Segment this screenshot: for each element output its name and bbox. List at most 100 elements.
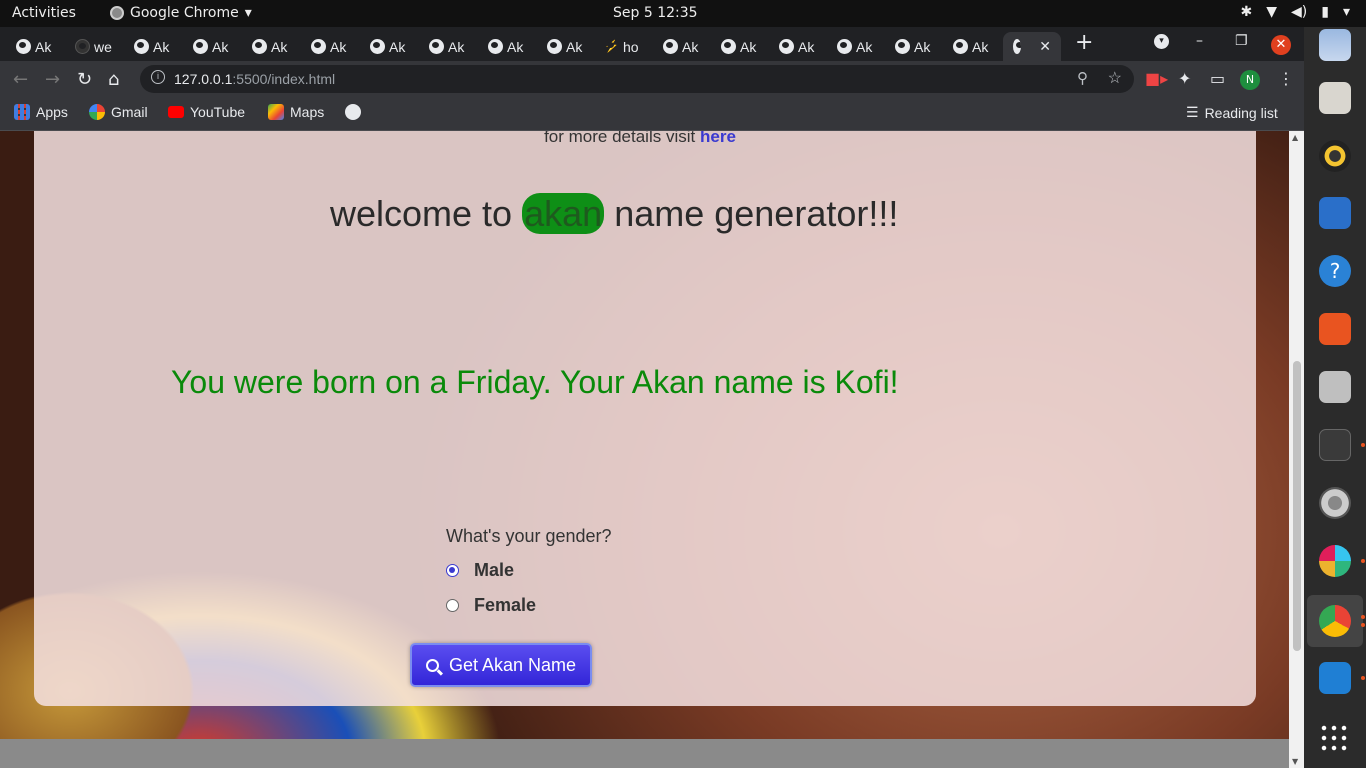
window-close-button[interactable]: ✕	[1271, 35, 1291, 55]
vscode-icon[interactable]	[1319, 662, 1351, 694]
slack-icon[interactable]	[1319, 545, 1351, 577]
apps-grid-icon	[14, 104, 30, 120]
close-tab-icon[interactable]: ✕	[1039, 38, 1051, 55]
software-store-icon[interactable]	[1319, 313, 1351, 345]
bookmark-globe[interactable]	[345, 104, 361, 120]
title-suffix: name generator!!!	[614, 193, 899, 234]
get-akan-name-button[interactable]: Get Akan Name	[410, 643, 592, 687]
google-icon	[89, 104, 105, 120]
page-title: welcome to akan name generator!!!	[330, 193, 898, 235]
bookmark-maps[interactable]: Maps	[268, 104, 324, 120]
forward-arrow-icon[interactable]: →	[45, 69, 60, 90]
address-bar[interactable]: i 127.0.0.1:5500/index.html ⚲ ☆	[140, 65, 1134, 93]
system-top-bar: Activities Google Chrome ▾ Sep 5 12:35 ✱…	[0, 0, 1366, 27]
female-label[interactable]: Female	[474, 595, 536, 616]
scrollbar-thumb[interactable]	[1293, 361, 1301, 651]
tab[interactable]: Ak	[488, 32, 523, 61]
female-radio[interactable]	[446, 599, 459, 612]
info-icon[interactable]: i	[151, 70, 165, 84]
reload-icon[interactable]: ↻	[77, 69, 92, 90]
maps-icon	[268, 104, 284, 120]
thunderbird-icon[interactable]	[1319, 29, 1351, 61]
wifi-icon: ▼	[1266, 4, 1278, 20]
tab-label: ho	[623, 38, 639, 55]
show-applications-grid-icon[interactable]	[1319, 723, 1351, 755]
vertical-scrollbar[interactable]: ▲ ▼	[1289, 131, 1304, 768]
browser-toolbar: ← → ↻ ⌂ i 127.0.0.1:5500/index.html ⚲ ☆ …	[0, 61, 1304, 97]
extensions-puzzle-icon[interactable]: ✦	[1178, 69, 1191, 88]
tab-label: Ak	[914, 38, 931, 55]
tab[interactable]: ⚡ ho	[604, 32, 639, 61]
tab[interactable]: Ak	[547, 32, 582, 61]
maximize-button[interactable]: ❐	[1235, 33, 1248, 49]
globe-icon	[252, 39, 267, 54]
tab[interactable]: Ak	[895, 32, 930, 61]
tab[interactable]: we	[75, 32, 112, 61]
url-text[interactable]: 127.0.0.1:5500/index.html	[174, 71, 335, 87]
tab-label: Ak	[566, 38, 583, 55]
screen-record-extension-icon[interactable]: ■▸	[1145, 69, 1168, 88]
bookmark-star-icon[interactable]: ☆	[1108, 68, 1122, 88]
gender-option-male[interactable]: Male	[446, 560, 514, 581]
tab[interactable]: Ak	[721, 32, 756, 61]
profile-avatar[interactable]: N	[1240, 70, 1260, 90]
new-tab-button[interactable]: +	[1075, 30, 1093, 55]
gender-option-female[interactable]: Female	[446, 595, 536, 616]
minimize-button[interactable]: –	[1196, 33, 1203, 49]
back-arrow-icon[interactable]: ←	[13, 69, 28, 90]
app-menu[interactable]: Google Chrome ▾	[110, 5, 252, 21]
tab[interactable]: Ak	[953, 32, 988, 61]
tab[interactable]: Ak	[311, 32, 346, 61]
tab-label: Ak	[271, 38, 288, 55]
gender-question: What's your gender?	[446, 526, 612, 546]
files-folder-icon[interactable]	[1319, 82, 1351, 114]
bookmark-youtube[interactable]: YouTube	[168, 104, 245, 120]
system-tray[interactable]: ✱ ▼ ◀) ▮ ▾	[1241, 4, 1351, 20]
tab-label: Ak	[448, 38, 465, 55]
details-link[interactable]: here	[700, 131, 736, 146]
tab[interactable]: Ak	[779, 32, 814, 61]
writer-document-icon[interactable]	[1319, 197, 1351, 229]
tab-search-icon[interactable]: ▾	[1154, 34, 1169, 49]
bookmarks-bar: Apps Gmail YouTube Maps ☰ Reading list	[0, 97, 1304, 131]
tab-label: Ak	[856, 38, 873, 55]
result-message: You were born on a Friday. Your Akan nam…	[171, 364, 899, 400]
chrome-icon[interactable]	[1319, 605, 1351, 637]
scroll-up-arrow-icon[interactable]: ▲	[1292, 133, 1298, 142]
submit-label: Get Akan Name	[448, 654, 577, 675]
terminal-icon[interactable]	[1319, 429, 1351, 461]
settings-gear-icon[interactable]	[1319, 487, 1351, 519]
clock[interactable]: Sep 5 12:35	[613, 5, 698, 21]
tab[interactable]: Ak	[837, 32, 872, 61]
tab[interactable]: Ak	[370, 32, 405, 61]
tab[interactable]: Ak	[134, 32, 169, 61]
chevron-down-icon: ▾	[1342, 4, 1350, 20]
activities-button[interactable]: Activities	[12, 5, 76, 21]
male-label[interactable]: Male	[474, 560, 514, 581]
rhythmbox-icon[interactable]	[1319, 140, 1351, 172]
tab[interactable]: Ak	[429, 32, 464, 61]
globe-icon	[837, 39, 852, 54]
url-host: 127.0.0.1	[174, 71, 233, 87]
details-line: for more details visit here	[34, 131, 1246, 147]
male-radio[interactable]	[446, 564, 459, 577]
home-icon[interactable]: ⌂	[108, 69, 119, 90]
github-icon	[75, 39, 90, 54]
globe-icon	[895, 39, 910, 54]
bookmark-gmail[interactable]: Gmail	[89, 104, 148, 120]
tab[interactable]: Ak	[193, 32, 228, 61]
tab[interactable]: Ak	[252, 32, 287, 61]
cast-icon[interactable]: ▭	[1210, 69, 1225, 88]
globe-icon	[488, 39, 503, 54]
tab[interactable]: Ak	[663, 32, 698, 61]
slack-tray-icon[interactable]: ✱	[1241, 4, 1253, 20]
tab[interactable]: Ak	[16, 32, 51, 61]
scroll-down-arrow-icon[interactable]: ▼	[1292, 757, 1298, 766]
more-menu-icon[interactable]: ⋮	[1278, 69, 1294, 88]
tab-active[interactable]: ✕	[1003, 32, 1061, 61]
zoom-icon[interactable]: ⚲	[1077, 69, 1088, 87]
help-icon[interactable]: ?	[1319, 255, 1351, 287]
reading-list-button[interactable]: ☰ Reading list	[1186, 104, 1278, 121]
bookmark-apps[interactable]: Apps	[14, 104, 68, 120]
image-viewer-icon[interactable]	[1319, 371, 1351, 403]
